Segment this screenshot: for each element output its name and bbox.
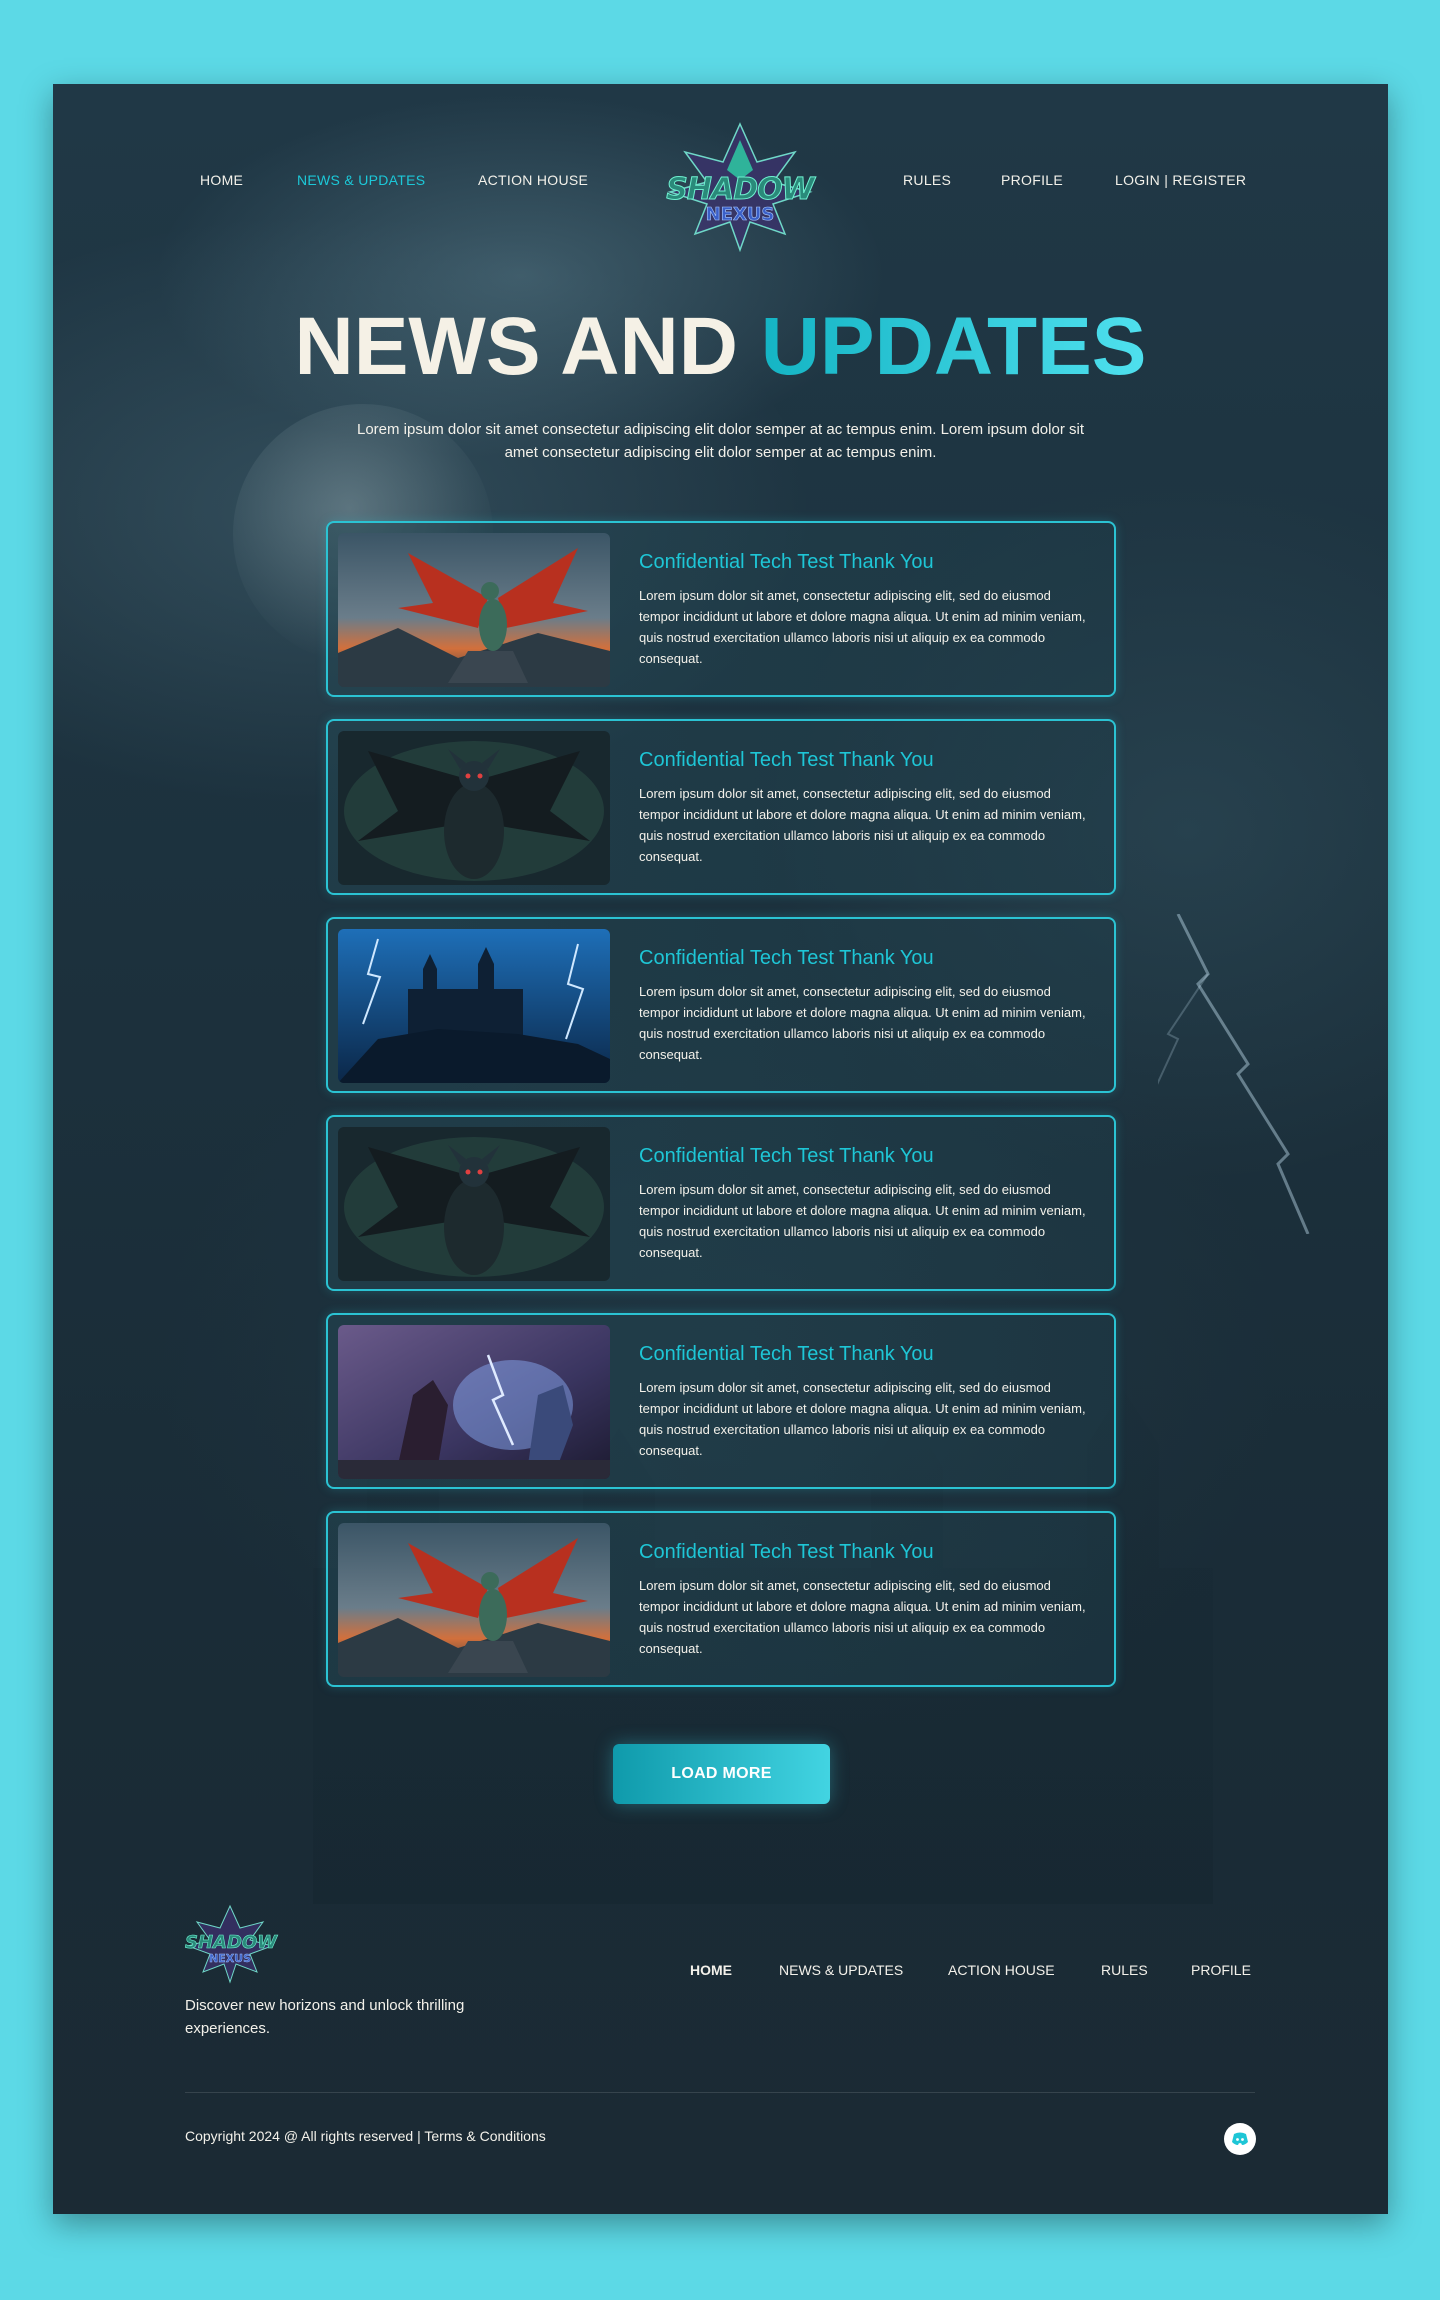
nav-rules[interactable]: RULES [903, 172, 951, 188]
news-card-title[interactable]: Confidential Tech Test Thank You [639, 551, 934, 574]
news-thumbnail-dragon[interactable] [338, 1523, 610, 1677]
discord-link[interactable] [1224, 2123, 1256, 2155]
nav-action-house[interactable]: ACTION HOUSE [478, 172, 588, 188]
news-thumbnail-castle[interactable] [338, 929, 610, 1083]
news-card-text: Lorem ipsum dolor sit amet, consectetur … [639, 588, 1086, 666]
news-thumbnail-demon[interactable] [338, 731, 610, 885]
footer-nav-rules[interactable]: RULES [1101, 1962, 1148, 1978]
news-card-title[interactable]: Confidential Tech Test Thank You [639, 947, 934, 970]
load-more-button[interactable]: LOAD MORE [613, 1744, 830, 1804]
footer-logo-text-nexus: NEXUS [208, 1952, 252, 1965]
page-title-part2: UPDATES [760, 301, 1147, 392]
page-title: NEWS AND UPDATES [53, 306, 1388, 388]
site-logo[interactable]: SHADOW NEXUS [665, 122, 815, 252]
news-card-text: Lorem ipsum dolor sit amet, consectetur … [639, 984, 1086, 1062]
news-card[interactable]: Confidential Tech Test Thank You Lorem i… [326, 1313, 1116, 1489]
nav-news-updates[interactable]: NEWS & UPDATES [297, 172, 425, 188]
footer-nav-news-updates[interactable]: NEWS & UPDATES [779, 1962, 903, 1978]
news-card[interactable]: Confidential Tech Test Thank You Lorem i… [326, 1115, 1116, 1291]
nav-login-register[interactable]: LOGIN | REGISTER [1115, 172, 1246, 188]
nav-profile[interactable]: PROFILE [1001, 172, 1063, 188]
news-thumbnail-demon[interactable] [338, 1127, 610, 1281]
copyright-text: Copyright 2024 @ All rights reserved | T… [185, 2128, 546, 2144]
top-nav: HOME NEWS & UPDATES ACTION HOUSE SHADOW … [53, 84, 1388, 284]
discord-icon [1232, 2132, 1248, 2145]
news-card-text: Lorem ipsum dolor sit amet, consectetur … [639, 786, 1086, 864]
news-card-title[interactable]: Confidential Tech Test Thank You [639, 1343, 934, 1366]
footer-logo[interactable]: SHADOW NEXUS [185, 1904, 278, 1984]
news-card-title[interactable]: Confidential Tech Test Thank You [639, 749, 934, 772]
footer-divider [185, 2092, 1255, 2093]
news-card[interactable]: Confidential Tech Test Thank You Lorem i… [326, 719, 1116, 895]
page-container: HOME NEWS & UPDATES ACTION HOUSE SHADOW … [53, 84, 1388, 2214]
news-card[interactable]: Confidential Tech Test Thank You Lorem i… [326, 1511, 1116, 1687]
nav-home[interactable]: HOME [200, 172, 243, 188]
news-card[interactable]: Confidential Tech Test Thank You Lorem i… [326, 521, 1116, 697]
page-title-part1: NEWS AND [294, 301, 738, 392]
logo-text-nexus: NEXUS [705, 204, 775, 226]
news-card-text: Lorem ipsum dolor sit amet, consectetur … [639, 1182, 1086, 1260]
news-thumbnail-battle[interactable] [338, 1325, 610, 1479]
news-card[interactable]: Confidential Tech Test Thank You Lorem i… [326, 917, 1116, 1093]
news-card-text: Lorem ipsum dolor sit amet, consectetur … [639, 1578, 1086, 1656]
news-card-title[interactable]: Confidential Tech Test Thank You [639, 1145, 934, 1168]
footer-tagline: Discover new horizons and unlock thrilli… [185, 1997, 465, 2037]
logo-text-shadow: SHADOW [666, 172, 815, 208]
footer-nav-profile[interactable]: PROFILE [1191, 1962, 1251, 1978]
news-card-title[interactable]: Confidential Tech Test Thank You [639, 1541, 934, 1564]
footer-logo-text-shadow: SHADOW [185, 1932, 278, 1954]
footer-nav-home[interactable]: HOME [690, 1962, 732, 1978]
news-card-text: Lorem ipsum dolor sit amet, consectetur … [639, 1380, 1086, 1458]
footer-nav-action-house[interactable]: ACTION HOUSE [948, 1962, 1055, 1978]
lightning-decoration [1158, 914, 1310, 1234]
news-list: Confidential Tech Test Thank You Lorem i… [326, 521, 1116, 1709]
page-subtitle: Lorem ipsum dolor sit amet consectetur a… [357, 421, 1084, 461]
news-thumbnail-dragon[interactable] [338, 533, 610, 687]
